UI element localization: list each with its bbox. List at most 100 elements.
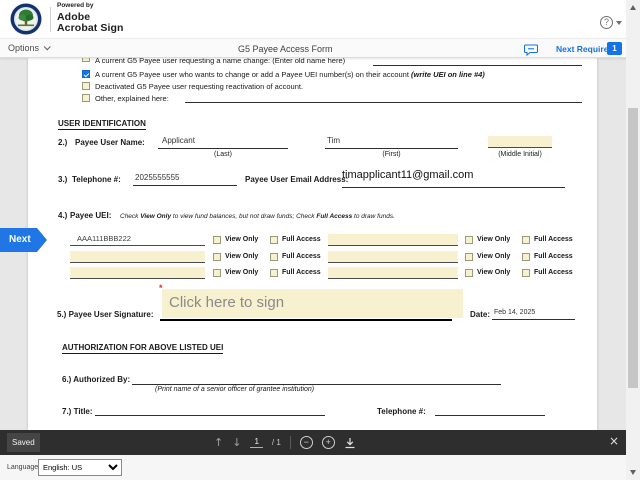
line5-label: 5.) Payee User Signature:	[57, 310, 154, 319]
middle-initial-field[interactable]	[488, 136, 552, 148]
uei-field-1-left[interactable]: AAA111BBB222	[70, 234, 205, 246]
full-access-label: Full Access	[534, 269, 573, 276]
uei-instructions: Check View Only to view fund balances, b…	[120, 213, 395, 220]
date-value: Feb 14, 2025	[494, 309, 536, 316]
line3-number: 3.)	[58, 175, 68, 184]
uei-field-2-left[interactable]	[70, 251, 205, 263]
signature-field[interactable]: Click here to sign	[162, 289, 463, 318]
line2-number: 2.)	[58, 138, 68, 147]
view-only-label: View Only	[225, 253, 259, 260]
help-icon[interactable]: ?	[600, 16, 613, 29]
phone-label: Telephone #:	[72, 175, 121, 184]
help-menu-button[interactable]: ?	[600, 16, 622, 29]
view-only-label: View Only	[225, 269, 259, 276]
last-name-value[interactable]: Applicant	[162, 136, 195, 145]
view-only-checkbox[interactable]	[213, 269, 221, 277]
full-access-checkbox[interactable]	[270, 253, 278, 261]
phone-line	[133, 185, 237, 186]
brand-adobe: Adobe	[57, 10, 91, 23]
zoom-in-button[interactable]: +	[321, 436, 335, 449]
agency-seal-icon	[10, 3, 42, 40]
browser-scrollbar[interactable]	[626, 0, 640, 480]
document-title: G5 Payee Access Form	[238, 44, 333, 54]
chevron-down-icon	[43, 42, 51, 50]
option-note-2: (write UEI on line #4)	[411, 70, 485, 79]
language-label: Language	[7, 464, 39, 471]
uei-row-2: View Only Full Access View Only Full Acc…	[70, 251, 576, 264]
email-value[interactable]: timapplicant11@gmail.com	[342, 169, 473, 181]
line2-label: Payee User Name:	[75, 138, 145, 147]
date-line	[492, 319, 575, 320]
language-bar: Language English: US	[0, 455, 640, 480]
uei-field-3-right[interactable]	[328, 267, 458, 279]
view-only-label: View Only	[477, 253, 511, 260]
date-label: Date:	[470, 310, 491, 319]
caret-down-icon	[616, 20, 622, 25]
view-only-label: View Only	[225, 236, 259, 243]
first-name-value[interactable]: Tim	[327, 136, 340, 145]
signature-placeholder: Click here to sign	[169, 294, 285, 311]
next-field-tab[interactable]: Next	[0, 228, 47, 252]
scrollbar-down-arrow-icon[interactable]	[630, 470, 636, 475]
next-required-count-badge: 1	[607, 42, 622, 55]
options-menu-button[interactable]: Options	[8, 42, 51, 53]
line7-phone-label: Telephone #:	[377, 407, 426, 416]
view-only-checkbox[interactable]	[465, 253, 473, 261]
full-access-checkbox[interactable]	[522, 236, 530, 244]
view-only-label: View Only	[477, 269, 511, 276]
scrollbar-up-arrow-icon[interactable]	[630, 5, 636, 10]
authorized-by-line	[132, 384, 501, 385]
download-icon	[345, 437, 355, 448]
view-only-label: View Only	[477, 236, 511, 243]
view-only-checkbox[interactable]	[213, 253, 221, 261]
last-name-line	[158, 148, 288, 149]
first-name-line	[325, 148, 458, 149]
pdf-page: A current G5 Payee user requesting a nam…	[28, 58, 597, 430]
acrobat-sign-window: Powered by Adobe Acrobat Sign ? Options …	[0, 0, 640, 480]
uei-row-3: View Only Full Access View Only Full Acc…	[70, 267, 576, 280]
close-button[interactable]: ×	[609, 434, 619, 448]
comment-icon[interactable]	[523, 43, 539, 61]
option-checkbox-1[interactable]	[82, 58, 90, 62]
pdf-footer-toolbar: Saved ↑ ↓ 1 / 1 − + ×	[0, 430, 640, 455]
full-access-checkbox[interactable]	[270, 269, 278, 277]
page-count-label: / 1	[271, 438, 281, 447]
app-header: Powered by Adobe Acrobat Sign ?	[0, 0, 640, 38]
full-access-checkbox[interactable]	[522, 269, 530, 277]
current-page-input[interactable]: 1	[250, 437, 263, 448]
zoom-out-button[interactable]: −	[299, 436, 313, 449]
brand-block: Powered by Adobe Acrobat Sign	[57, 2, 124, 34]
next-required-button[interactable]: Next Required	[556, 44, 614, 54]
language-select[interactable]: English: US	[38, 459, 122, 476]
download-button[interactable]	[344, 437, 356, 449]
toolbar-divider	[289, 436, 291, 449]
view-only-checkbox[interactable]	[465, 236, 473, 244]
middle-initial-caption: (Middle Initial)	[498, 151, 542, 158]
option-label-2: A current G5 Payee user who wants to cha…	[95, 70, 485, 79]
document-viewport[interactable]: A current G5 Payee user requesting a nam…	[0, 58, 640, 430]
line7-label: 7.) Title:	[62, 407, 93, 416]
option-label-1: A current G5 Payee user requesting a nam…	[95, 58, 346, 65]
line4-number: 4.)	[58, 211, 68, 220]
email-label: Payee User Email Address:	[245, 175, 349, 184]
next-page-button[interactable]: ↓	[232, 436, 241, 449]
scrollbar-thumb[interactable]	[628, 108, 638, 388]
full-access-label: Full Access	[282, 236, 321, 243]
full-access-label: Full Access	[282, 253, 321, 260]
full-access-checkbox[interactable]	[270, 236, 278, 244]
option-checkbox-4[interactable]	[82, 94, 90, 102]
uei-field-1-right[interactable]	[328, 234, 458, 246]
previous-page-button[interactable]: ↑	[214, 436, 223, 449]
view-only-checkbox[interactable]	[465, 269, 473, 277]
view-only-checkbox[interactable]	[213, 236, 221, 244]
uei-field-3-left[interactable]	[70, 267, 205, 279]
document-toolbar: Options G5 Payee Access Form Next Requir…	[0, 38, 640, 58]
option-checkbox-2[interactable]	[82, 70, 90, 78]
full-access-checkbox[interactable]	[522, 253, 530, 261]
option-checkbox-3[interactable]	[82, 82, 90, 90]
brand-acrobat-sign: Acrobat Sign	[57, 22, 124, 34]
line7-phone-line	[435, 415, 545, 416]
uei-field-2-right[interactable]	[328, 251, 458, 263]
options-label: Options	[8, 43, 40, 53]
phone-value[interactable]: 2025555555	[135, 173, 180, 182]
